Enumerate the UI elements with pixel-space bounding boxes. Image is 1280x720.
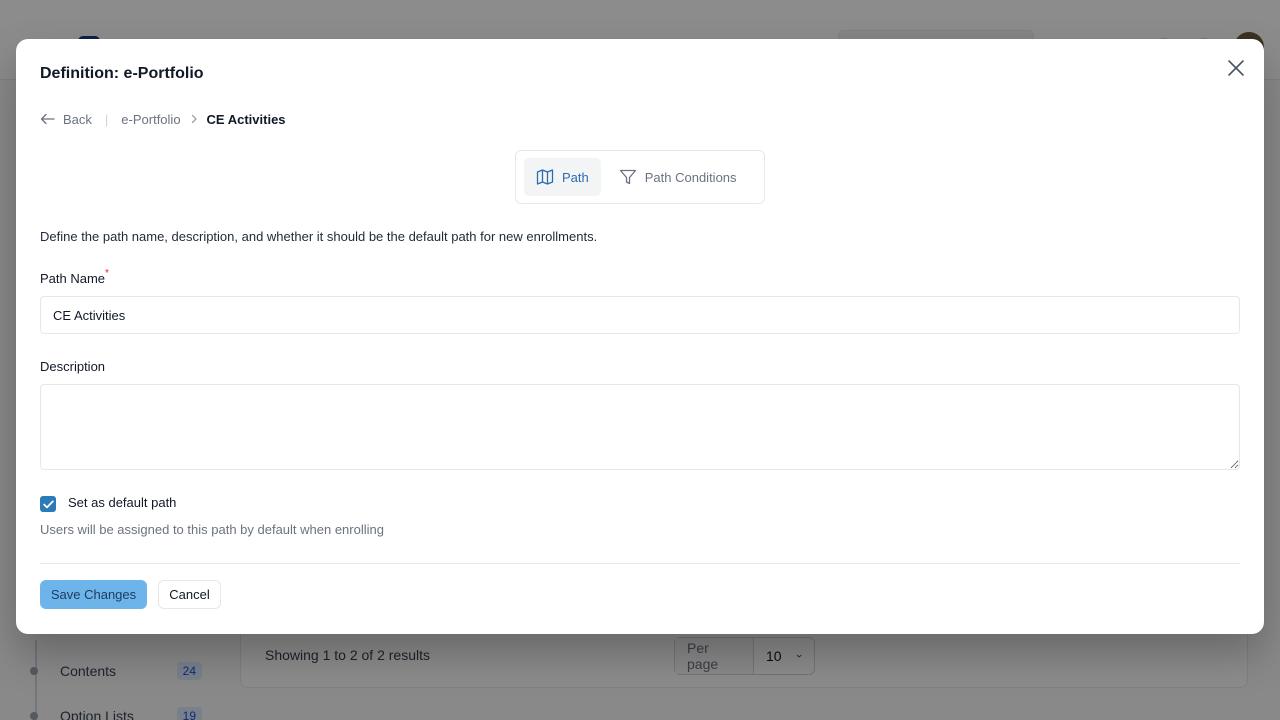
tab-label: Path Conditions [644, 169, 737, 185]
back-link[interactable]: Back [40, 112, 92, 127]
close-icon [1228, 60, 1244, 76]
chevron-right-icon [189, 114, 199, 124]
arrow-left-icon [40, 113, 55, 125]
description-textarea[interactable] [40, 384, 1240, 470]
back-label: Back [63, 111, 92, 127]
breadcrumb-parent-link[interactable]: e-Portfolio [121, 112, 180, 127]
filter-icon [619, 169, 636, 185]
tab-path[interactable]: Path [524, 158, 601, 196]
default-path-label[interactable]: Set as default path [68, 495, 176, 510]
breadcrumb-separator: | [104, 111, 109, 127]
default-path-checkbox[interactable] [40, 496, 56, 512]
required-marker: * [105, 268, 109, 279]
intro-text: Define the path name, description, and w… [40, 229, 598, 244]
save-changes-button[interactable]: Save Changes [40, 580, 147, 609]
description-label: Description [40, 359, 106, 374]
definition-modal: Definition: e-Portfolio Back | e-Portfol… [16, 39, 1264, 634]
divider [40, 563, 1240, 564]
path-name-label-text: Path Name [40, 271, 106, 286]
path-name-label: Path Name* [40, 268, 109, 286]
map-icon [536, 169, 554, 185]
modal-title: Definition: e-Portfolio [40, 65, 204, 82]
default-path-help: Users will be assigned to this path by d… [40, 522, 384, 537]
check-icon [42, 500, 54, 508]
tab-bar: Path Path Conditions [515, 150, 765, 204]
close-button[interactable] [1224, 56, 1248, 80]
breadcrumb: Back | e-Portfolio CE Activities [40, 111, 286, 127]
tab-path-conditions[interactable]: Path Conditions [607, 158, 749, 196]
cancel-button[interactable]: Cancel [158, 580, 221, 609]
breadcrumb-current: CE Activities [206, 111, 286, 127]
tab-label: Path [562, 169, 589, 185]
path-name-input[interactable] [40, 296, 1240, 334]
